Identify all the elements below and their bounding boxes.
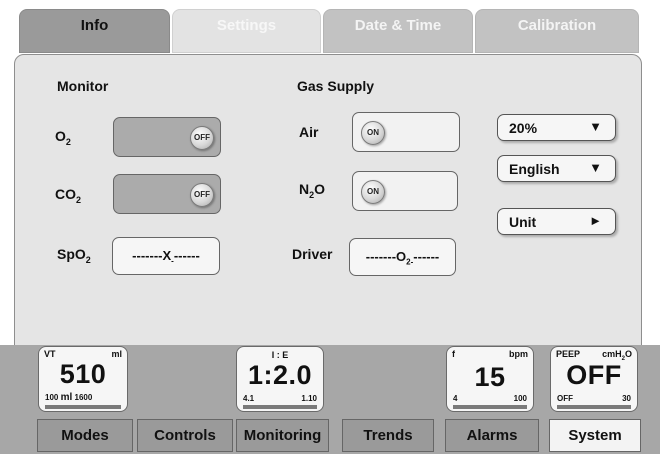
o2-percent-value: 20% — [509, 120, 538, 136]
peep-gauge[interactable]: PEEP cmH2O OFF OFF 30 — [550, 346, 638, 412]
spo2-label: SpO2 — [57, 246, 91, 265]
vt-value: 510 — [59, 359, 107, 389]
peep-low: OFF — [557, 394, 573, 403]
f-value: 15 — [474, 362, 506, 392]
driver-label: Driver — [292, 246, 333, 262]
nav-monitoring[interactable]: Monitoring — [236, 419, 329, 452]
unit-button[interactable]: Unit ► — [497, 208, 616, 235]
triangle-right-icon: ► — [589, 213, 602, 228]
f-unit: bpm — [509, 349, 528, 359]
vt-unit: ml — [111, 349, 122, 359]
peep-high: 30 — [622, 394, 631, 403]
ie-label: I : E — [271, 350, 289, 360]
vt-gauge[interactable]: VT ml 510 100 ml 1600 — [38, 346, 128, 412]
peep-label: PEEP — [556, 349, 581, 359]
vt-label: VT — [44, 349, 56, 359]
ie-gauge[interactable]: I : E 1:2.0 4.1 1.10 — [236, 346, 324, 412]
tab-calibration[interactable]: Calibration — [475, 9, 639, 53]
ie-value: 1:2.0 — [247, 360, 313, 390]
tab-date-time[interactable]: Date & Time — [323, 9, 473, 53]
language-dropdown[interactable]: English ▼ — [497, 155, 616, 182]
ie-range-bar — [243, 405, 317, 409]
vt-range: 100 ml 1600 — [45, 392, 93, 403]
unit-label: Unit — [509, 214, 537, 230]
gas-supply-heading: Gas Supply — [297, 78, 375, 94]
air-supply-toggle[interactable]: ON — [352, 112, 460, 152]
peep-range-bar — [557, 405, 631, 409]
f-low: 4 — [453, 394, 458, 403]
air-label: Air — [299, 124, 319, 140]
spo2-value-box[interactable]: -------X------- — [112, 237, 220, 275]
driver-value-box[interactable]: -------O2------- — [349, 238, 456, 276]
language-value: English — [509, 161, 560, 177]
f-high: 100 — [513, 394, 527, 403]
o2-percent-dropdown[interactable]: 20% ▼ — [497, 114, 616, 141]
f-label: f — [452, 349, 455, 359]
nav-system[interactable]: System — [549, 419, 641, 452]
triangle-down-icon: ▼ — [589, 160, 602, 175]
o2-monitor-toggle[interactable]: OFF — [113, 117, 221, 157]
f-gauge[interactable]: f bpm 15 4 100 — [446, 346, 534, 412]
settings-panel — [14, 54, 642, 346]
n2o-supply-toggle[interactable]: ON — [352, 171, 458, 211]
co2-label: CO2 — [55, 186, 82, 205]
toggle-knob-icon: ON — [361, 121, 385, 145]
tab-settings[interactable]: Settings — [172, 9, 321, 53]
co2-monitor-toggle[interactable]: OFF — [113, 174, 221, 214]
nav-controls[interactable]: Controls — [137, 419, 233, 452]
vt-range-bar — [45, 405, 121, 409]
f-range-bar — [453, 405, 527, 409]
triangle-down-icon: ▼ — [589, 119, 602, 134]
toggle-knob-icon: OFF — [190, 183, 214, 207]
ie-low: 4.1 — [243, 394, 255, 403]
n2o-label: N2O — [299, 181, 326, 200]
nav-trends[interactable]: Trends — [342, 419, 434, 452]
o2-label: O2 — [55, 128, 71, 147]
ie-high: 1.10 — [301, 394, 317, 403]
nav-modes[interactable]: Modes — [37, 419, 133, 452]
nav-alarms[interactable]: Alarms — [445, 419, 539, 452]
toggle-knob-icon: ON — [361, 180, 385, 204]
peep-value: OFF — [566, 360, 622, 390]
toggle-knob-icon: OFF — [190, 126, 214, 150]
monitor-heading: Monitor — [57, 78, 109, 94]
tab-info[interactable]: Info — [19, 9, 170, 53]
